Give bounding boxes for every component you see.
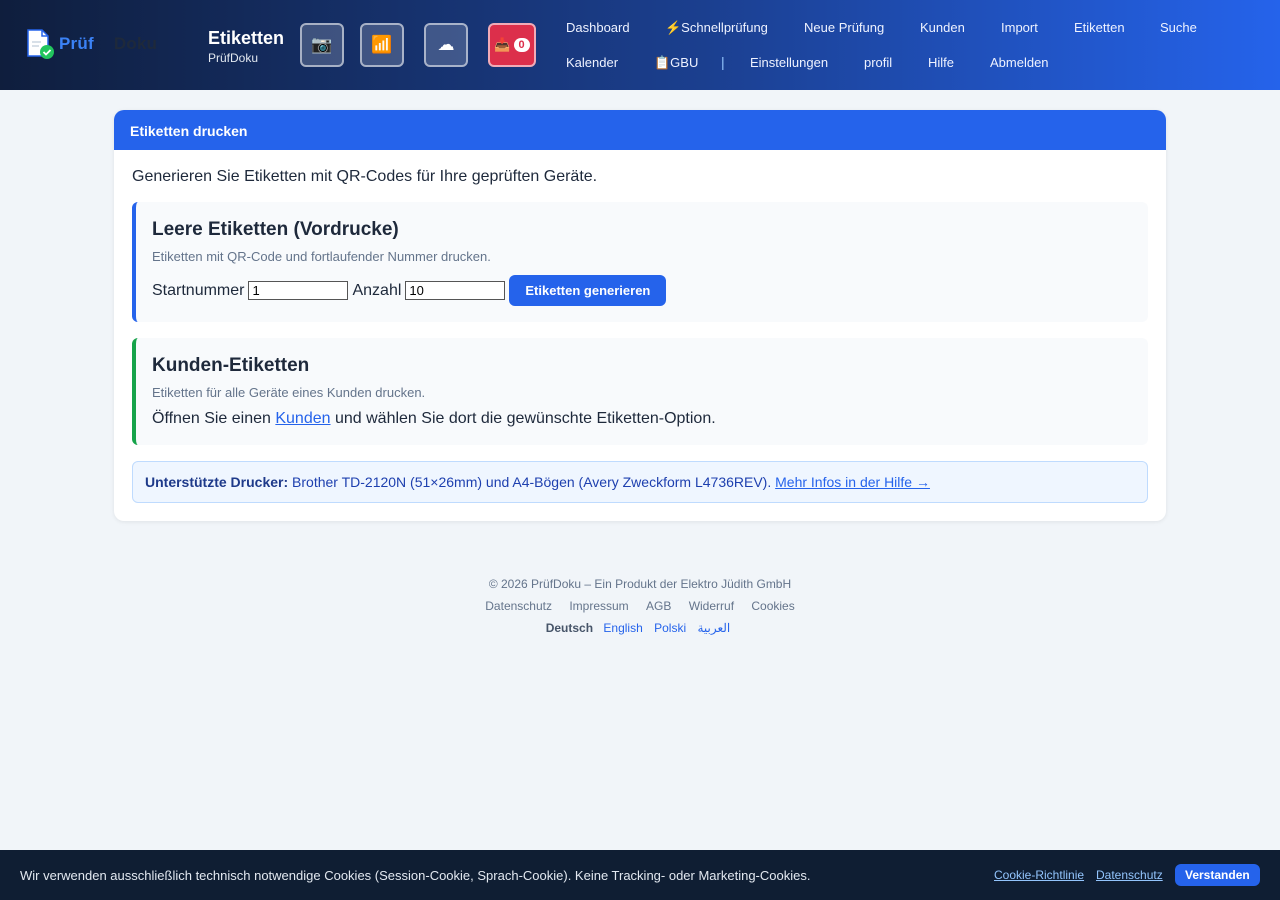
nav-profil[interactable]: profil: [864, 55, 892, 70]
footer-link-widerruf[interactable]: Widerruf: [689, 599, 734, 613]
nav-kunden[interactable]: Kunden: [920, 20, 965, 35]
logo-text-part2: Doku: [113, 34, 158, 53]
count-label: Anzahl: [352, 281, 402, 299]
footer-copyright: © 2026 PrüfDoku – Ein Produkt der Elektr…: [488, 577, 792, 591]
language-current: Deutsch: [545, 621, 594, 635]
language-arabic[interactable]: العربية: [697, 621, 730, 635]
nav-schnellpruefung[interactable]: ⚡Schnellprüfung: [665, 20, 768, 36]
blank-labels-description: Etiketten mit QR-Code und fortlaufender …: [152, 249, 491, 264]
logo-text: Prüf Doku: [59, 34, 157, 54]
start-number-input[interactable]: [248, 281, 349, 300]
logo-text-part1: Prüf: [59, 34, 94, 53]
camera-button[interactable]: 📷: [300, 23, 344, 67]
nav-neue-pruefung[interactable]: Neue Prüfung: [804, 20, 884, 35]
generate-labels-button[interactable]: Etiketten generieren: [509, 275, 667, 306]
language-switcher: Deutsch English Polski العربية: [0, 621, 1280, 635]
start-number-label: Startnummer: [152, 281, 245, 299]
customer-labels-instructions: Öffnen Sie einen Kunden und wählen Sie d…: [152, 410, 716, 428]
footer-link-cookies[interactable]: Cookies: [751, 599, 794, 613]
wifi-icon: 📶: [371, 35, 393, 54]
blank-labels-section: Leere Etiketten (Vordrucke) Etiketten mi…: [132, 202, 1148, 322]
language-polski[interactable]: Polski: [654, 621, 686, 635]
nav-hilfe[interactable]: Hilfe: [928, 55, 954, 70]
labels-card: Etiketten drucken Generieren Sie Etikett…: [114, 110, 1166, 521]
document-check-icon: [26, 28, 54, 60]
page-title-block: Etiketten PrüfDoku: [208, 28, 284, 65]
cookie-privacy-link[interactable]: Datenschutz: [1096, 868, 1163, 882]
instructions-before: Öffnen Sie einen: [152, 410, 276, 427]
page-title: Etiketten: [208, 28, 285, 48]
nav-import[interactable]: Import: [1001, 20, 1038, 35]
inbox-count-badge: 0: [513, 38, 530, 52]
cookie-accept-button[interactable]: Verstanden: [1175, 864, 1260, 886]
blank-labels-title: Leere Etiketten (Vordrucke): [152, 219, 399, 240]
nav-kalender[interactable]: Kalender: [566, 55, 618, 70]
footer-links: Datenschutz Impressum AGB Widerruf Cooki…: [0, 599, 1280, 613]
language-english[interactable]: English: [603, 621, 642, 635]
customer-labels-title: Kunden-Etiketten: [152, 355, 310, 376]
intro-text: Generieren Sie Etiketten mit QR-Codes fü…: [132, 168, 598, 185]
printer-info-box: Unterstützte Drucker: Brother TD-2120N (…: [132, 461, 1148, 503]
top-header: Prüf Doku Etiketten PrüfDoku 📷 📶 ☁ 📥 0 Da…: [0, 0, 1280, 90]
cookie-policy-link[interactable]: Cookie-Richtlinie: [994, 868, 1084, 882]
cookie-message: Wir verwenden ausschließlich technisch n…: [20, 868, 811, 883]
page-subtitle: PrüfDoku: [208, 51, 259, 65]
printer-info-text: Brother TD-2120N (51×26mm) und A4-Bögen …: [288, 474, 776, 490]
help-link[interactable]: Mehr Infos in der Hilfe →: [775, 474, 930, 490]
camera-icon: 📷: [311, 35, 333, 54]
nav-suche[interactable]: Suche: [1160, 20, 1197, 35]
cookie-banner: Wir verwenden ausschließlich technisch n…: [0, 850, 1280, 900]
nav-gbu[interactable]: 📋GBU: [654, 55, 698, 71]
nav-separator: |: [721, 54, 725, 70]
nav-abmelden[interactable]: Abmelden: [990, 55, 1049, 70]
blank-labels-form: Startnummer Anzahl Etiketten generieren: [152, 275, 667, 306]
nav-einstellungen[interactable]: Einstellungen: [750, 55, 828, 70]
printer-info-label: Unterstützte Drucker:: [145, 474, 289, 490]
connection-button[interactable]: 📶: [360, 23, 404, 67]
customers-link[interactable]: Kunden: [275, 410, 330, 427]
app-logo[interactable]: Prüf Doku: [26, 28, 157, 60]
inbox-button[interactable]: 📥 0: [488, 23, 536, 67]
cloud-icon: ☁: [437, 35, 455, 54]
count-input[interactable]: [405, 281, 506, 300]
nav-dashboard[interactable]: Dashboard: [566, 20, 630, 35]
footer-link-impressum[interactable]: Impressum: [569, 599, 628, 613]
nav-etiketten[interactable]: Etiketten: [1074, 20, 1125, 35]
customer-labels-description: Etiketten für alle Geräte eines Kunden d…: [152, 385, 426, 400]
instructions-after: und wählen Sie dort die gewünschte Etike…: [330, 410, 716, 427]
customer-labels-section: Kunden-Etiketten Etiketten für alle Gerä…: [132, 338, 1148, 445]
card-header: Etiketten drucken: [114, 110, 1166, 150]
inbox-icon: 📥: [494, 37, 511, 52]
footer-link-datenschutz[interactable]: Datenschutz: [485, 599, 552, 613]
footer-link-agb[interactable]: AGB: [646, 599, 671, 613]
sync-button[interactable]: ☁: [424, 23, 468, 67]
